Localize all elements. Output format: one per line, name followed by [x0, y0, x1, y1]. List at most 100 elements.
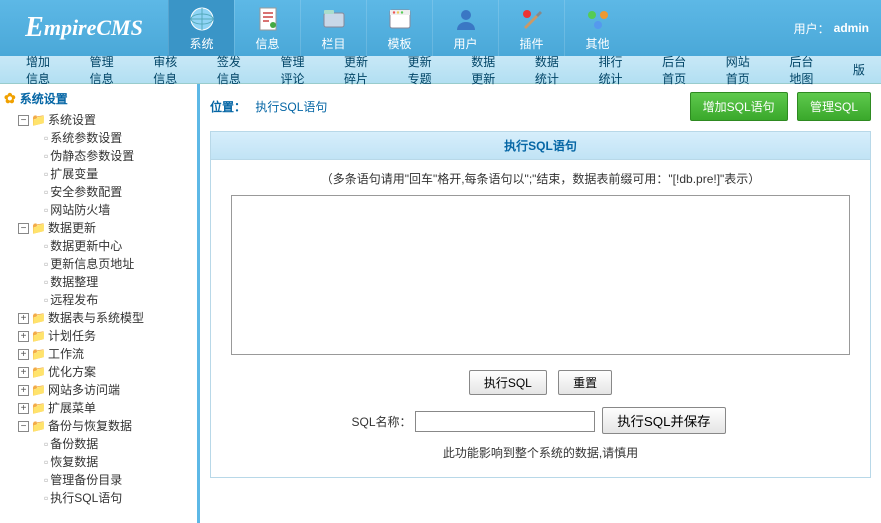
- tree-link-扩展变量[interactable]: 扩展变量: [50, 167, 98, 181]
- toggle-icon[interactable]: +: [18, 385, 29, 396]
- tree-leaf: ▫执行SQL语句: [44, 489, 193, 507]
- tree-link-伪静态参数设置[interactable]: 伪静态参数设置: [50, 149, 134, 163]
- add-sql-button[interactable]: 增加SQL语句: [690, 92, 788, 121]
- tree-leaf: ▫数据整理: [44, 273, 193, 291]
- folder-icon: 📁: [31, 329, 46, 343]
- file-icon: ▫: [44, 473, 48, 487]
- nav-栏目[interactable]: 栏目: [300, 0, 366, 56]
- user-icon: [452, 5, 480, 33]
- tree-link-执行SQL语句[interactable]: 执行SQL语句: [50, 491, 122, 505]
- tree-link-网站防火墙[interactable]: 网站防火墙: [50, 203, 110, 217]
- breadcrumb-page[interactable]: 执行SQL语句: [255, 100, 327, 114]
- tree-link-系统设置[interactable]: 系统设置: [48, 113, 96, 127]
- nav-插件[interactable]: 插件: [498, 0, 564, 56]
- tree-leaf: ▫数据更新中心: [44, 237, 193, 255]
- subnav-管理信息[interactable]: 管理信息: [74, 53, 138, 87]
- tree-node: +📁扩展菜单: [4, 399, 193, 417]
- subnav-排行统计[interactable]: 排行统计: [582, 53, 646, 87]
- toggle-icon[interactable]: +: [18, 367, 29, 378]
- subnav-数据更新[interactable]: 数据更新: [455, 53, 519, 87]
- toggle-icon[interactable]: −: [18, 223, 29, 234]
- toggle-icon[interactable]: +: [18, 349, 29, 360]
- toggle-icon[interactable]: −: [18, 115, 29, 126]
- subnav-版[interactable]: 版: [837, 61, 881, 78]
- tree-node: +📁计划任务: [4, 327, 193, 345]
- sql-name-input[interactable]: [415, 411, 595, 432]
- toggle-icon[interactable]: +: [18, 313, 29, 324]
- file-icon: ▫: [44, 149, 48, 163]
- subnav-后台地图[interactable]: 后台地图: [773, 53, 837, 87]
- tree-link-更新信息页地址[interactable]: 更新信息页地址: [50, 257, 134, 271]
- file-icon: ▫: [44, 293, 48, 307]
- toggle-icon[interactable]: −: [18, 421, 29, 432]
- subnav-网站首页[interactable]: 网站首页: [710, 53, 774, 87]
- tree-link-安全参数配置[interactable]: 安全参数配置: [50, 185, 122, 199]
- tree-node: +📁优化方案: [4, 363, 193, 381]
- subnav-签发信息[interactable]: 签发信息: [201, 53, 265, 87]
- nav-模板[interactable]: 模板: [366, 0, 432, 56]
- folder-icon: 📁: [31, 419, 46, 433]
- tree-leaf: ▫伪静态参数设置: [44, 147, 193, 165]
- tree-leaf: ▫安全参数配置: [44, 183, 193, 201]
- subnav-更新碎片[interactable]: 更新碎片: [328, 53, 392, 87]
- tree-node: +📁数据表与系统模型: [4, 309, 193, 327]
- tree-link-优化方案[interactable]: 优化方案: [48, 365, 96, 379]
- subnav-更新专题[interactable]: 更新专题: [392, 53, 456, 87]
- other-icon: [584, 5, 612, 33]
- tree-node: −📁备份与恢复数据▫备份数据▫恢复数据▫管理备份目录▫执行SQL语句: [4, 417, 193, 507]
- tree-leaf: ▫远程发布: [44, 291, 193, 309]
- nav-用户[interactable]: 用户: [432, 0, 498, 56]
- folder-icon: 📁: [31, 347, 46, 361]
- folder-icon: 📁: [31, 401, 46, 415]
- folder-icon: 📁: [31, 311, 46, 325]
- run-sql-button[interactable]: 执行SQL: [469, 370, 547, 395]
- save-sql-button[interactable]: 执行SQL并保存: [602, 407, 725, 434]
- tree-link-备份与恢复数据[interactable]: 备份与恢复数据: [48, 419, 132, 433]
- tree-link-扩展菜单[interactable]: 扩展菜单: [48, 401, 96, 415]
- hint-text: （多条语句请用"回车"格开,每条语句以";"结束，数据表前缀可用："[!db.p…: [231, 170, 850, 187]
- subnav-管理评论[interactable]: 管理评论: [264, 53, 328, 87]
- sql-textarea[interactable]: [231, 195, 850, 355]
- tree-node: −📁数据更新▫数据更新中心▫更新信息页地址▫数据整理▫远程发布: [4, 219, 193, 309]
- logo: EEmpireCMSmpireCMS: [0, 0, 168, 56]
- tree-link-数据更新[interactable]: 数据更新: [48, 221, 96, 235]
- file-icon: ▫: [44, 491, 48, 505]
- nav-信息[interactable]: 信息: [234, 0, 300, 56]
- tree-link-恢复数据[interactable]: 恢复数据: [50, 455, 98, 469]
- manage-sql-button[interactable]: 管理SQL: [797, 92, 871, 121]
- tree-link-数据表与系统模型[interactable]: 数据表与系统模型: [48, 311, 144, 325]
- file-icon: ▫: [44, 167, 48, 181]
- toggle-icon[interactable]: +: [18, 403, 29, 414]
- subnav-后台首页[interactable]: 后台首页: [646, 53, 710, 87]
- tree-link-计划任务[interactable]: 计划任务: [48, 329, 96, 343]
- tree-link-远程发布[interactable]: 远程发布: [50, 293, 98, 307]
- subnav-审核信息[interactable]: 审核信息: [137, 53, 201, 87]
- main-content: 位置： 执行SQL语句 增加SQL语句 管理SQL 执行SQL语句 （多条语句请…: [200, 84, 881, 523]
- sidebar: ✿ 系统设置 −📁系统设置▫系统参数设置▫伪静态参数设置▫扩展变量▫安全参数配置…: [0, 84, 200, 523]
- sub-nav: 增加信息管理信息审核信息签发信息管理评论更新碎片更新专题数据更新数据统计排行统计…: [0, 56, 881, 84]
- nav-系统[interactable]: 系统: [168, 0, 234, 56]
- reset-button[interactable]: 重置: [558, 370, 612, 395]
- file-icon: ▫: [44, 131, 48, 145]
- subnav-数据统计[interactable]: 数据统计: [519, 53, 583, 87]
- tree-link-工作流[interactable]: 工作流: [48, 347, 84, 361]
- file-icon: ▫: [44, 203, 48, 217]
- tools-icon: [518, 5, 546, 33]
- tree-link-系统参数设置[interactable]: 系统参数设置: [50, 131, 122, 145]
- tree: −📁系统设置▫系统参数设置▫伪静态参数设置▫扩展变量▫安全参数配置▫网站防火墙−…: [4, 111, 193, 507]
- tree-leaf: ▫更新信息页地址: [44, 255, 193, 273]
- folder-icon: 📁: [31, 365, 46, 379]
- tree-link-数据更新中心[interactable]: 数据更新中心: [50, 239, 122, 253]
- folder-icon: 📁: [31, 113, 46, 127]
- subnav-增加信息[interactable]: 增加信息: [10, 53, 74, 87]
- toggle-icon[interactable]: +: [18, 331, 29, 342]
- tree-link-数据整理[interactable]: 数据整理: [50, 275, 98, 289]
- tree-link-网站多访问端[interactable]: 网站多访问端: [48, 383, 120, 397]
- tree-link-管理备份目录[interactable]: 管理备份目录: [50, 473, 122, 487]
- file-icon: ▫: [44, 239, 48, 253]
- globe-icon: [188, 5, 216, 33]
- folder-icon: [320, 5, 348, 33]
- nav-其他[interactable]: 其他: [564, 0, 630, 56]
- tree-link-备份数据[interactable]: 备份数据: [50, 437, 98, 451]
- sidebar-title: ✿ 系统设置: [4, 90, 193, 107]
